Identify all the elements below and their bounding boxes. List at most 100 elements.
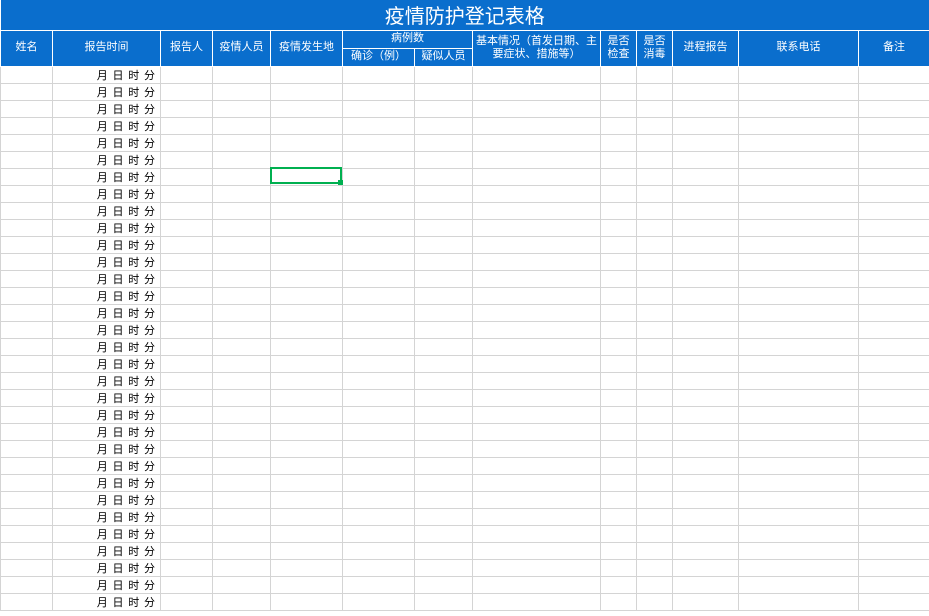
cell[interactable] [1,593,53,610]
cell[interactable] [213,406,271,423]
cell[interactable] [343,236,415,253]
cell[interactable] [1,423,53,440]
cell[interactable] [271,457,343,474]
cell[interactable] [415,253,473,270]
cell[interactable] [1,491,53,508]
cell[interactable] [1,355,53,372]
cell[interactable] [601,542,637,559]
cell[interactable] [1,151,53,168]
cell[interactable] [637,66,673,83]
cell[interactable] [213,338,271,355]
cell[interactable] [473,202,601,219]
cell[interactable] [473,168,601,185]
cell[interactable] [271,168,343,185]
cell[interactable] [601,355,637,372]
cell[interactable] [161,372,213,389]
cell[interactable] [343,202,415,219]
cell[interactable] [415,542,473,559]
cell[interactable] [637,542,673,559]
cell[interactable] [859,287,929,304]
cell[interactable] [739,406,859,423]
cell[interactable]: 月 日 时 分 [53,542,161,559]
cell[interactable] [415,66,473,83]
cell[interactable] [161,508,213,525]
cell[interactable] [213,168,271,185]
cell[interactable] [161,236,213,253]
cell[interactable] [415,321,473,338]
cell[interactable] [213,321,271,338]
cell[interactable] [271,134,343,151]
cell[interactable] [343,117,415,134]
cell[interactable] [859,83,929,100]
cell[interactable]: 月 日 时 分 [53,270,161,287]
cell[interactable] [859,355,929,372]
cell[interactable] [673,457,739,474]
cell[interactable] [415,457,473,474]
cell[interactable] [161,287,213,304]
cell[interactable] [415,117,473,134]
cell[interactable] [739,83,859,100]
cell[interactable] [859,117,929,134]
cell[interactable]: 月 日 时 分 [53,321,161,338]
cell[interactable] [637,593,673,610]
cell[interactable] [739,389,859,406]
cell[interactable] [601,508,637,525]
cell[interactable] [343,287,415,304]
cell[interactable] [739,576,859,593]
cell[interactable] [637,559,673,576]
cell[interactable] [161,406,213,423]
cell[interactable] [415,270,473,287]
cell[interactable] [601,457,637,474]
cell[interactable] [271,593,343,610]
cell[interactable] [637,117,673,134]
cell[interactable] [415,304,473,321]
cell[interactable] [415,508,473,525]
cell[interactable] [1,559,53,576]
cell[interactable] [473,219,601,236]
cell[interactable] [473,406,601,423]
cell[interactable] [1,100,53,117]
cell[interactable] [601,423,637,440]
cell[interactable]: 月 日 时 分 [53,491,161,508]
cell[interactable] [473,542,601,559]
cell[interactable]: 月 日 时 分 [53,236,161,253]
cell[interactable] [673,576,739,593]
cell[interactable]: 月 日 时 分 [53,151,161,168]
cell[interactable] [637,355,673,372]
cell[interactable] [271,66,343,83]
cell[interactable] [673,406,739,423]
cell[interactable] [343,559,415,576]
cell[interactable]: 月 日 时 分 [53,406,161,423]
cell[interactable] [1,270,53,287]
cell[interactable] [271,440,343,457]
cell[interactable]: 月 日 时 分 [53,202,161,219]
cell[interactable] [343,185,415,202]
cell[interactable] [739,100,859,117]
cell[interactable] [473,508,601,525]
cell[interactable] [415,287,473,304]
cell[interactable] [859,270,929,287]
cell[interactable] [271,117,343,134]
cell[interactable] [415,83,473,100]
cell[interactable]: 月 日 时 分 [53,423,161,440]
cell[interactable] [271,508,343,525]
cell[interactable] [161,134,213,151]
cell[interactable] [213,117,271,134]
cell[interactable] [673,253,739,270]
cell[interactable] [739,134,859,151]
cell[interactable] [473,270,601,287]
cell[interactable]: 月 日 时 分 [53,576,161,593]
cell[interactable] [739,151,859,168]
cell[interactable] [673,593,739,610]
cell[interactable] [415,372,473,389]
cell[interactable] [1,406,53,423]
cell[interactable] [473,253,601,270]
cell[interactable] [739,219,859,236]
cell[interactable] [637,304,673,321]
cell[interactable] [213,474,271,491]
cell[interactable] [859,406,929,423]
cell[interactable] [415,576,473,593]
cell[interactable] [473,185,601,202]
cell[interactable] [161,219,213,236]
cell[interactable] [161,542,213,559]
